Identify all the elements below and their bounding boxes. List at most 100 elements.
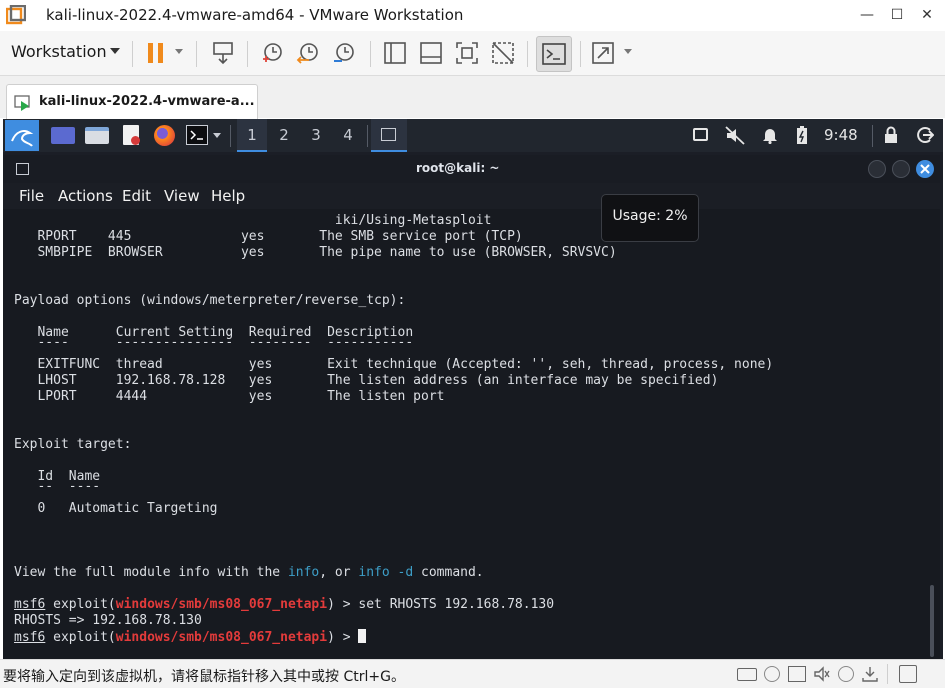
message-log-icon[interactable] <box>899 665 917 683</box>
prompt-line: msf6 exploit(windows/smb/ms08_067_netapi… <box>14 597 554 613</box>
menu-help[interactable]: Help <box>211 187 245 205</box>
terminal-title: root@kali: ~ <box>416 161 500 175</box>
notification-bell-icon[interactable] <box>762 126 778 144</box>
text-editor-icon[interactable] <box>123 125 140 145</box>
kali-top-panel: 1 2 3 4 9:48 <box>3 119 943 152</box>
terminal-scrollbar[interactable] <box>930 585 934 657</box>
kali-menu-button[interactable] <box>5 120 39 151</box>
snapshot-manager-icon[interactable] <box>331 40 357 66</box>
usage-tooltip: Usage: 2% <box>601 194 699 242</box>
send-ctrl-alt-del-icon[interactable] <box>210 40 236 66</box>
output-text: exploit( <box>45 597 116 612</box>
cd-dvd-icon[interactable] <box>764 666 780 682</box>
battery-charging-icon[interactable] <box>796 125 808 145</box>
chevron-down-icon[interactable] <box>624 49 632 54</box>
output-line: -- ---- <box>14 479 101 494</box>
toolbar-divider <box>580 41 581 67</box>
show-library-icon[interactable] <box>382 40 408 66</box>
network-icon[interactable] <box>693 128 708 141</box>
usb-device-icon[interactable] <box>838 666 854 682</box>
panel-clock[interactable]: 9:48 <box>824 119 858 152</box>
lock-icon[interactable] <box>884 126 898 144</box>
toolbar-divider <box>370 41 371 67</box>
panel-divider <box>230 125 231 147</box>
show-desktop-icon[interactable] <box>51 127 75 144</box>
taskbar-terminal-window[interactable] <box>371 119 407 152</box>
terminal-output[interactable]: iki/Using-Metasploit RPORT 445 yes The S… <box>3 209 940 659</box>
output-line: LPORT 4444 yes The listen port <box>14 389 445 404</box>
full-screen-icon[interactable] <box>454 40 480 66</box>
terminal-minimize-button[interactable] <box>868 160 886 178</box>
prompt-line[interactable]: msf6 exploit(windows/smb/ms08_067_netapi… <box>14 629 367 646</box>
display-icon[interactable] <box>861 665 879 683</box>
console-icon <box>542 43 566 65</box>
show-thumbnail-bar-icon[interactable] <box>418 40 444 66</box>
prompt-icon <box>190 130 203 140</box>
menu-actions[interactable]: Actions <box>58 187 113 205</box>
output-line: ---- --------------- -------- ----------… <box>14 335 414 350</box>
stretch-guest-icon[interactable] <box>590 40 616 66</box>
terminal-menubar: File Actions Edit View Help <box>3 183 940 209</box>
output-line: LHOST 192.168.78.128 yes The listen addr… <box>14 373 719 388</box>
workstation-menu[interactable]: Workstation <box>11 42 107 61</box>
close-button[interactable]: ✕ <box>916 4 938 26</box>
network-adapter-icon[interactable] <box>788 666 806 682</box>
workspace-2[interactable]: 2 <box>269 119 299 152</box>
status-divider <box>887 664 888 684</box>
maximize-button[interactable]: ☐ <box>886 4 908 26</box>
file-manager-icon[interactable] <box>85 127 109 144</box>
output-line: Payload options (windows/meterpreter/rev… <box>14 293 406 308</box>
terminal-titlebar[interactable]: root@kali: ~ <box>3 155 940 183</box>
status-message: 要将输入定向到该虚拟机，请将鼠标指针移入其中或按 Ctrl+G。 <box>3 669 405 685</box>
chevron-down-icon[interactable] <box>175 49 183 54</box>
terminal-close-button[interactable] <box>916 160 934 178</box>
sound-card-icon[interactable] <box>813 666 831 682</box>
output-line: RHOSTS => 192.168.78.130 <box>14 613 202 628</box>
workspace-3[interactable]: 3 <box>301 119 331 152</box>
close-icon <box>920 164 930 174</box>
snapshot-icon[interactable] <box>259 40 285 66</box>
minimize-button[interactable]: — <box>856 4 878 26</box>
terminal-window-icon <box>381 128 396 141</box>
vm-running-icon <box>14 95 30 111</box>
module-name: windows/smb/ms08_067_netapi <box>115 630 328 645</box>
toolbar-divider <box>196 41 197 67</box>
suspend-button[interactable] <box>143 40 169 66</box>
hard-disk-icon[interactable] <box>737 668 757 681</box>
tab-label: kali-linux-2022.4-vmware-a... <box>39 94 255 109</box>
output-line: 0 Automatic Targeting <box>14 501 218 516</box>
toolbar-divider <box>527 41 528 67</box>
kali-dragon-icon <box>11 130 34 147</box>
window-titlebar: kali-linux-2022.4-vmware-amd64 - VMware … <box>0 0 945 31</box>
vm-display[interactable]: 1 2 3 4 9:48 root@kali: ~ File Actions E… <box>3 119 943 659</box>
terminal-launcher-icon[interactable] <box>186 125 208 145</box>
vmware-statusbar: 要将输入定向到该虚拟机，请将鼠标指针移入其中或按 Ctrl+G。 <box>0 659 945 688</box>
editor-badge-icon <box>131 136 140 145</box>
terminal-maximize-button[interactable] <box>892 160 910 178</box>
output-text: , or <box>319 565 359 580</box>
panel-divider <box>367 125 368 147</box>
workspace-4[interactable]: 4 <box>333 119 363 152</box>
info-d-command: info -d <box>358 565 414 580</box>
toolbar-divider <box>247 41 248 67</box>
menu-view[interactable]: View <box>164 187 200 205</box>
chevron-down-icon[interactable] <box>213 133 221 138</box>
unity-icon[interactable] <box>490 40 516 66</box>
toolbar-divider <box>132 41 133 67</box>
output-text: exploit( <box>45 630 116 645</box>
menu-file[interactable]: File <box>19 187 44 205</box>
revert-snapshot-icon[interactable] <box>295 40 321 66</box>
console-view-button[interactable] <box>536 36 572 72</box>
workspace-1[interactable]: 1 <box>237 119 267 152</box>
menu-edit[interactable]: Edit <box>122 187 151 205</box>
volume-muted-icon[interactable] <box>725 126 745 145</box>
terminal-app-icon <box>16 163 29 175</box>
output-text: command. <box>413 565 484 580</box>
module-name: windows/smb/ms08_067_netapi <box>115 597 328 612</box>
logout-icon[interactable] <box>916 126 934 144</box>
firefox-icon[interactable] <box>154 125 175 146</box>
chevron-down-icon[interactable] <box>110 48 120 54</box>
tab-vm[interactable]: kali-linux-2022.4-vmware-a... <box>6 84 258 119</box>
vmware-logo-icon <box>6 5 26 25</box>
terminal-window[interactable]: root@kali: ~ File Actions Edit View Help… <box>3 155 940 659</box>
